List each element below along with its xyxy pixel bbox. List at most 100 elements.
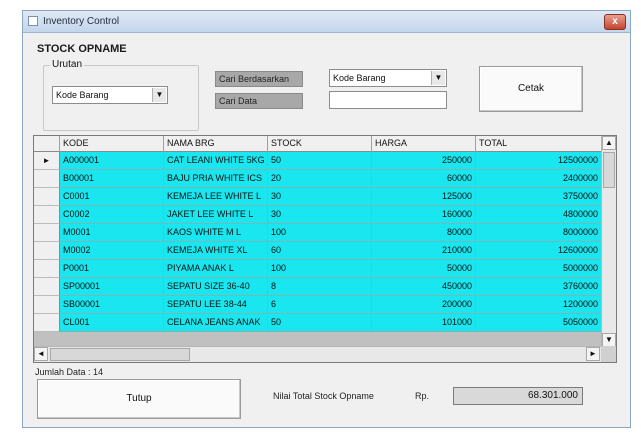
cell-harga[interactable]: 50000 — [372, 260, 476, 278]
column-header-nama-brg[interactable]: NAMA BRG — [164, 136, 268, 152]
cell-nama-brg[interactable]: SEPATU LEE 38-44 — [164, 296, 268, 314]
cell-harga[interactable]: 160000 — [372, 206, 476, 224]
close-button[interactable]: x — [604, 14, 626, 30]
title-bar[interactable]: Inventory Control x — [23, 11, 630, 33]
cell-total[interactable]: 4800000 — [476, 206, 602, 224]
cell-kode[interactable]: SP00001 — [60, 278, 164, 296]
urutan-group: Urutan Kode Barang ▼ — [43, 59, 199, 131]
table-row[interactable]: B00001 BAJU PRIA WHITE ICS 20 60000 2400… — [34, 170, 602, 188]
row-selector[interactable] — [34, 260, 60, 278]
cell-kode[interactable]: C0002 — [60, 206, 164, 224]
window-title: Inventory Control — [43, 16, 120, 27]
cell-total[interactable]: 1200000 — [476, 296, 602, 314]
column-header-stock[interactable]: STOCK — [268, 136, 372, 152]
scroll-left-arrow-icon[interactable]: ◄ — [34, 347, 48, 361]
urutan-select[interactable]: Kode Barang ▼ — [52, 86, 168, 104]
cell-kode[interactable]: SB00001 — [60, 296, 164, 314]
cell-kode[interactable]: A000001 — [60, 152, 164, 170]
cari-data-input[interactable] — [329, 91, 447, 109]
chevron-down-icon[interactable]: ▼ — [431, 71, 445, 85]
cell-kode[interactable]: C0001 — [60, 188, 164, 206]
cell-total[interactable]: 2400000 — [476, 170, 602, 188]
vertical-scrollbar[interactable]: ▲ ▼ — [601, 136, 616, 347]
cari-berdasarkan-selected-value: Kode Barang — [333, 73, 386, 83]
cell-total[interactable]: 12500000 — [476, 152, 602, 170]
cell-stock[interactable]: 50 — [268, 152, 372, 170]
cell-stock[interactable]: 100 — [268, 260, 372, 278]
cell-harga[interactable]: 250000 — [372, 152, 476, 170]
tutup-button[interactable]: Tutup — [37, 379, 241, 419]
table-row[interactable]: P0001 PIYAMA ANAK L 100 50000 5000000 — [34, 260, 602, 278]
urutan-selected-value: Kode Barang — [56, 90, 109, 100]
vertical-scroll-thumb[interactable] — [603, 152, 615, 188]
cell-stock[interactable]: 100 — [268, 224, 372, 242]
cell-kode[interactable]: M0001 — [60, 224, 164, 242]
section-title: STOCK OPNAME — [37, 43, 127, 55]
cell-stock[interactable]: 6 — [268, 296, 372, 314]
table-row[interactable]: CL001 CELANA JEANS ANAK 50 101000 505000… — [34, 314, 602, 332]
cell-total[interactable]: 3750000 — [476, 188, 602, 206]
row-selector[interactable] — [34, 278, 60, 296]
cell-stock[interactable]: 50 — [268, 314, 372, 332]
table-row[interactable]: SB00001 SEPATU LEE 38-44 6 200000 120000… — [34, 296, 602, 314]
cell-harga[interactable]: 125000 — [372, 188, 476, 206]
cari-berdasarkan-select[interactable]: Kode Barang ▼ — [329, 69, 447, 87]
horizontal-scroll-thumb[interactable] — [50, 348, 190, 361]
scroll-right-arrow-icon[interactable]: ► — [586, 347, 600, 361]
cell-stock[interactable]: 20 — [268, 170, 372, 188]
row-selector[interactable] — [34, 170, 60, 188]
cell-nama-brg[interactable]: SEPATU SIZE 36-40 — [164, 278, 268, 296]
scroll-down-arrow-icon[interactable]: ▼ — [602, 333, 616, 347]
current-row-arrow-icon[interactable]: ► — [34, 152, 60, 170]
cell-harga[interactable]: 450000 — [372, 278, 476, 296]
cell-nama-brg[interactable]: KAOS WHITE M L — [164, 224, 268, 242]
cell-stock[interactable]: 30 — [268, 188, 372, 206]
row-selector[interactable] — [34, 296, 60, 314]
cell-total[interactable]: 5000000 — [476, 260, 602, 278]
cell-kode[interactable]: CL001 — [60, 314, 164, 332]
cell-total[interactable]: 8000000 — [476, 224, 602, 242]
row-selector[interactable] — [34, 206, 60, 224]
cell-total[interactable]: 5050000 — [476, 314, 602, 332]
table-row[interactable]: C0002 JAKET LEE WHITE L 30 160000 480000… — [34, 206, 602, 224]
table-row[interactable]: SP00001 SEPATU SIZE 36-40 8 450000 37600… — [34, 278, 602, 296]
cell-kode[interactable]: M0002 — [60, 242, 164, 260]
cell-nama-brg[interactable]: PIYAMA ANAK L — [164, 260, 268, 278]
cell-kode[interactable]: B00001 — [60, 170, 164, 188]
table-row[interactable]: ► A000001 CAT LEANI WHITE 5KG 50 250000 … — [34, 152, 602, 170]
cell-harga[interactable]: 210000 — [372, 242, 476, 260]
cell-harga[interactable]: 60000 — [372, 170, 476, 188]
cell-kode[interactable]: P0001 — [60, 260, 164, 278]
chevron-down-icon[interactable]: ▼ — [152, 88, 166, 102]
table-row[interactable]: C0001 KEMEJA LEE WHITE L 30 125000 37500… — [34, 188, 602, 206]
cell-nama-brg[interactable]: KEMEJA LEE WHITE L — [164, 188, 268, 206]
cell-harga[interactable]: 101000 — [372, 314, 476, 332]
urutan-label: Urutan — [50, 59, 85, 70]
cell-stock[interactable]: 30 — [268, 206, 372, 224]
cell-nama-brg[interactable]: CAT LEANI WHITE 5KG — [164, 152, 268, 170]
row-selector[interactable] — [34, 242, 60, 260]
cell-total[interactable]: 12600000 — [476, 242, 602, 260]
table-row[interactable]: M0002 KEMEJA WHITE XL 60 210000 12600000 — [34, 242, 602, 260]
row-selector[interactable] — [34, 224, 60, 242]
column-header-kode[interactable]: KODE — [60, 136, 164, 152]
horizontal-scrollbar[interactable]: ◄ ► — [34, 346, 602, 362]
cell-harga[interactable]: 200000 — [372, 296, 476, 314]
cell-nama-brg[interactable]: KEMEJA WHITE XL — [164, 242, 268, 260]
column-header-harga[interactable]: HARGA — [372, 136, 476, 152]
row-selector[interactable] — [34, 188, 60, 206]
cell-stock[interactable]: 8 — [268, 278, 372, 296]
stock-table: KODE NAMA BRG STOCK HARGA TOTAL ► A00000… — [33, 135, 617, 363]
cetak-button[interactable]: Cetak — [479, 66, 583, 112]
table-row[interactable]: M0001 KAOS WHITE M L 100 80000 8000000 — [34, 224, 602, 242]
cell-nama-brg[interactable]: BAJU PRIA WHITE ICS — [164, 170, 268, 188]
cell-stock[interactable]: 60 — [268, 242, 372, 260]
row-selector[interactable] — [34, 314, 60, 332]
cell-harga[interactable]: 80000 — [372, 224, 476, 242]
scroll-up-arrow-icon[interactable]: ▲ — [602, 136, 616, 150]
column-header-total[interactable]: TOTAL — [476, 136, 602, 152]
cari-berdasarkan-label: Cari Berdasarkan — [215, 71, 303, 87]
cell-total[interactable]: 3760000 — [476, 278, 602, 296]
cell-nama-brg[interactable]: CELANA JEANS ANAK — [164, 314, 268, 332]
cell-nama-brg[interactable]: JAKET LEE WHITE L — [164, 206, 268, 224]
